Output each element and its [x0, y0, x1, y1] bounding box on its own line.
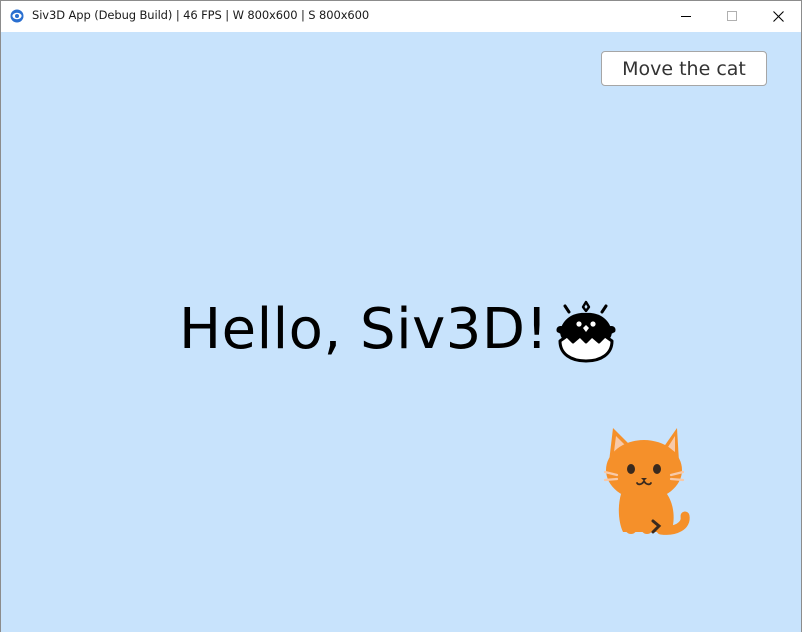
- minimize-icon: [681, 16, 691, 17]
- siv3d-app-icon: [10, 9, 24, 23]
- app-canvas[interactable]: Move the cat Hello, Siv3D!: [1, 32, 801, 632]
- cat-icon: [603, 428, 690, 535]
- maximize-button[interactable]: [709, 1, 755, 31]
- close-button[interactable]: [755, 1, 801, 31]
- move-cat-button[interactable]: Move the cat: [601, 51, 767, 86]
- maximize-icon: [727, 11, 737, 21]
- greeting: Hello, Siv3D!: [179, 294, 617, 364]
- greeting-text: Hello, Siv3D!: [179, 296, 549, 362]
- hatching-chick-icon: [555, 300, 616, 363]
- window-title: Siv3D App (Debug Build) | 46 FPS | W 800…: [32, 8, 370, 22]
- minimize-button[interactable]: [663, 1, 709, 31]
- close-icon: [773, 11, 784, 22]
- app-window: Siv3D App (Debug Build) | 46 FPS | W 800…: [0, 0, 802, 632]
- title-bar[interactable]: Siv3D App (Debug Build) | 46 FPS | W 800…: [1, 1, 801, 31]
